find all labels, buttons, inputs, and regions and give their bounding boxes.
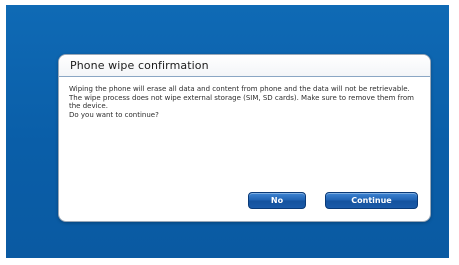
message-line-continue-prompt: Do you want to continue? [69,110,159,119]
message-line-external-storage: The wipe process does not wipe external … [69,93,414,111]
message-line-erase-warning: Wiping the phone will erase all data and… [69,85,410,93]
dialog-title: Phone wipe confirmation [70,59,209,72]
dialog-message: Wiping the phone will erase all data and… [69,85,424,119]
phone-wipe-dialog: Phone wipe confirmation Wiping the phone… [58,54,431,222]
dialog-title-bar: Phone wipe confirmation [59,55,430,77]
no-button[interactable]: No [248,192,306,209]
continue-button[interactable]: Continue [325,192,418,209]
screen-background: Phone wipe confirmation Wiping the phone… [6,5,449,258]
